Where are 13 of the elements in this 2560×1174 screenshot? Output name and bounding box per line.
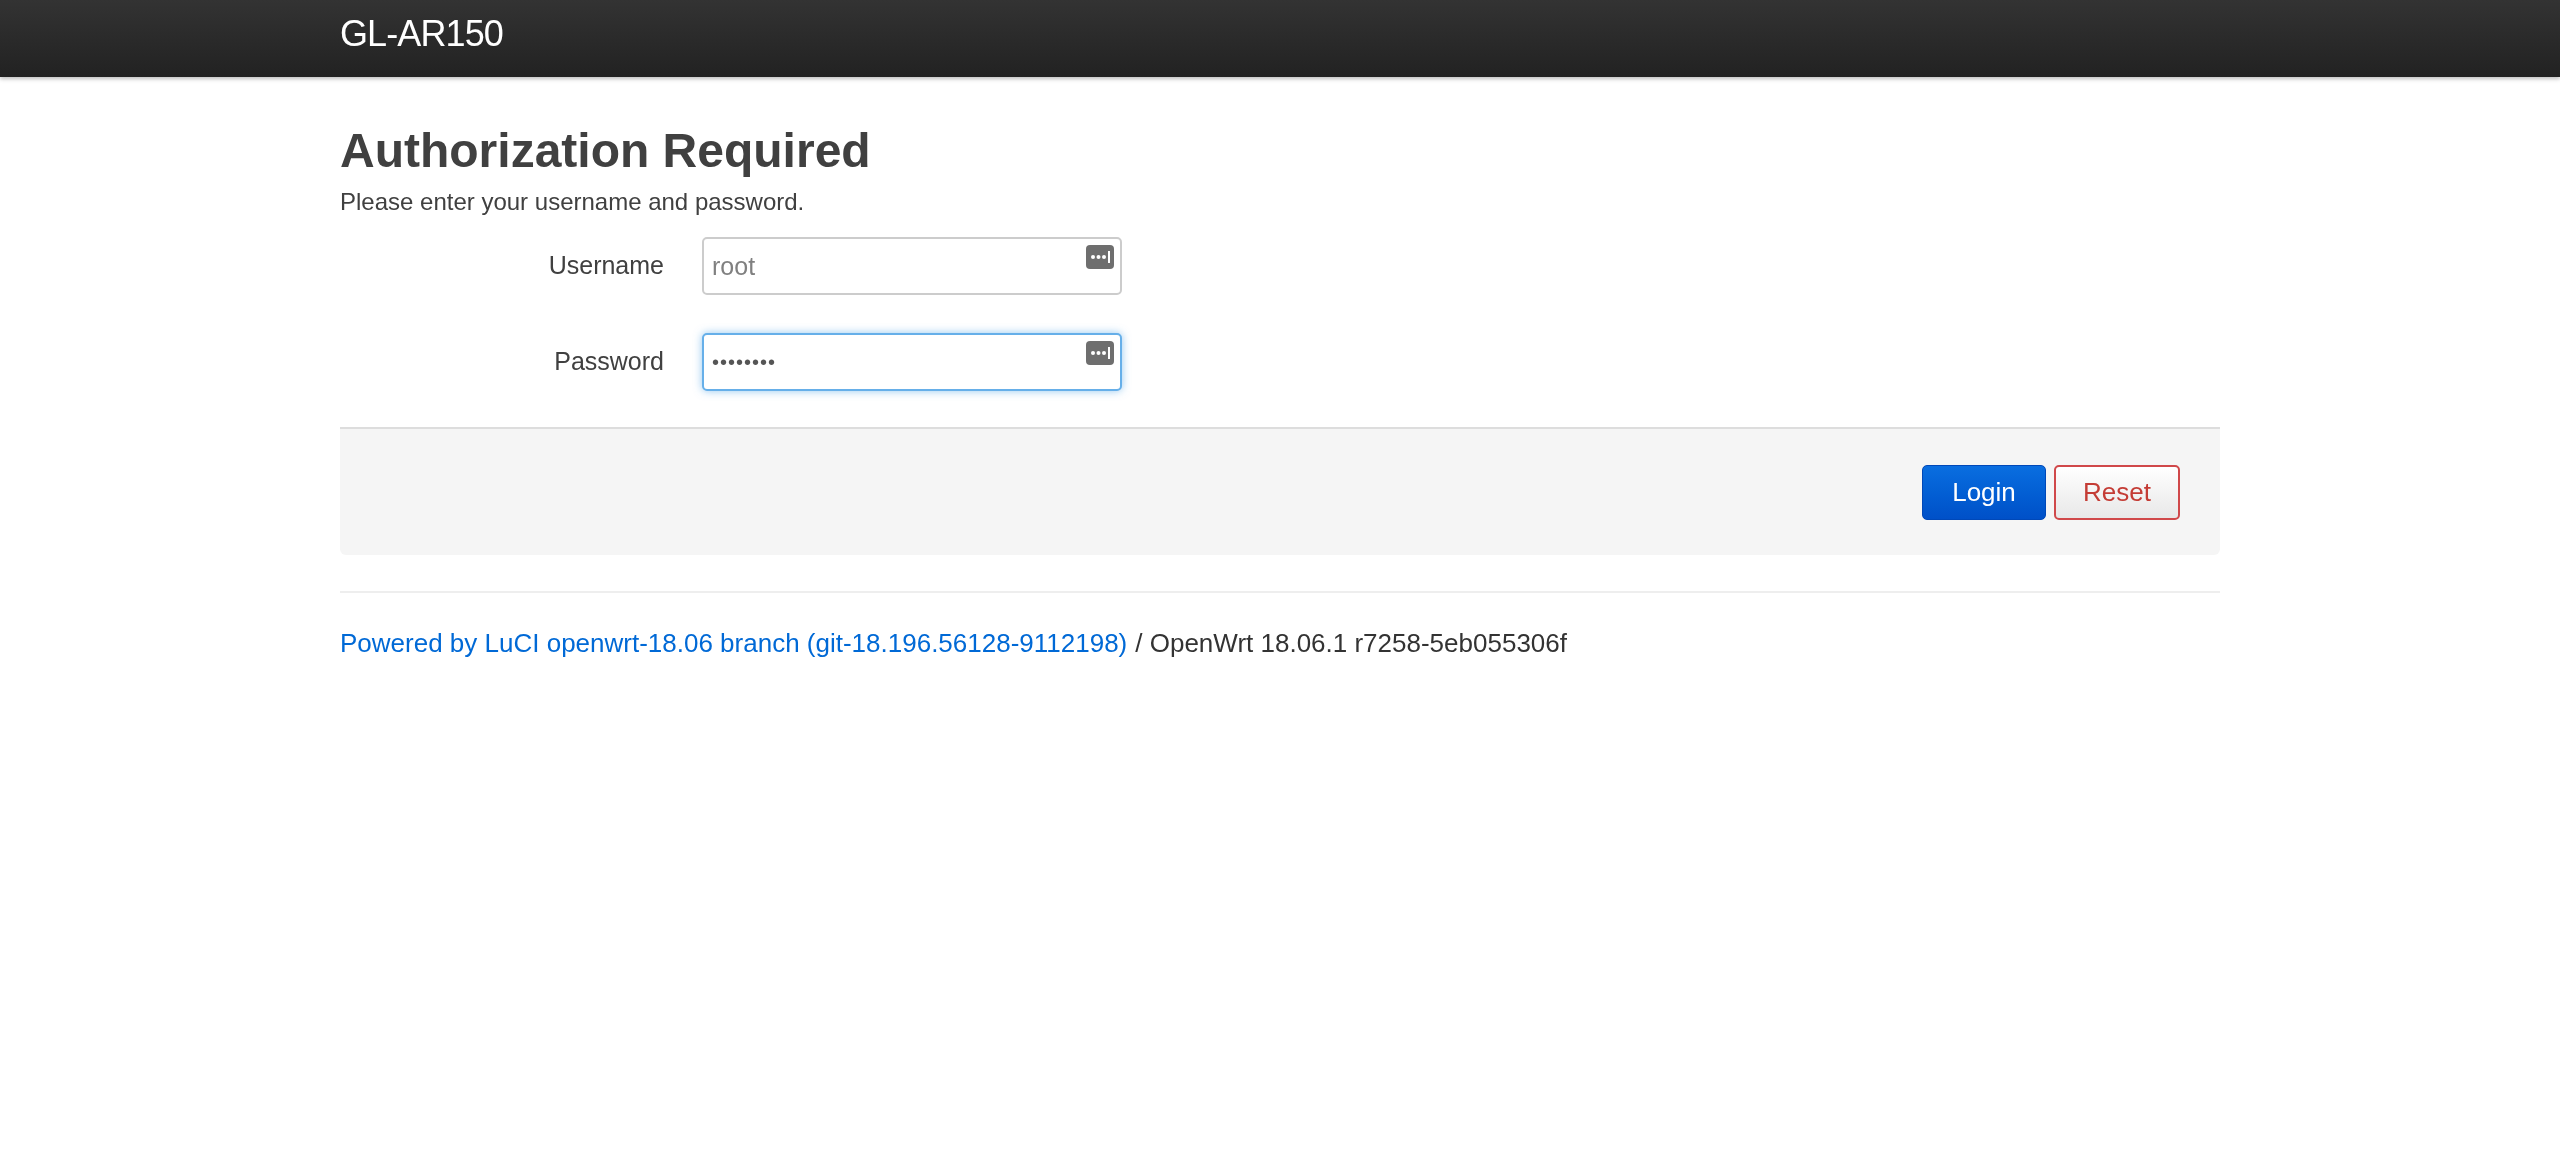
luci-version-link[interactable]: Powered by LuCI openwrt-18.06 branch (git-18.196.56128-9112198): [340, 627, 1128, 659]
openwrt-version-text: / OpenWrt 18.06.1 r7258-5eb055306f: [1135, 627, 1567, 659]
password-manager-icon[interactable]: [1086, 341, 1114, 365]
instruction-text: Please enter your username and password.: [340, 187, 806, 217]
brand-link[interactable]: GL-AR150: [340, 13, 503, 54]
reset-button[interactable]: Reset: [2054, 464, 2180, 520]
login-button[interactable]: Login: [1922, 464, 2046, 520]
username-field[interactable]: root: [702, 237, 1122, 295]
password-manager-icon[interactable]: [1086, 245, 1114, 269]
field-label: Password: [553, 346, 665, 378]
field-label: Username: [547, 250, 665, 282]
page-heading: Authorization Required: [340, 123, 872, 179]
password-field[interactable]: ••••••••: [702, 333, 1122, 391]
